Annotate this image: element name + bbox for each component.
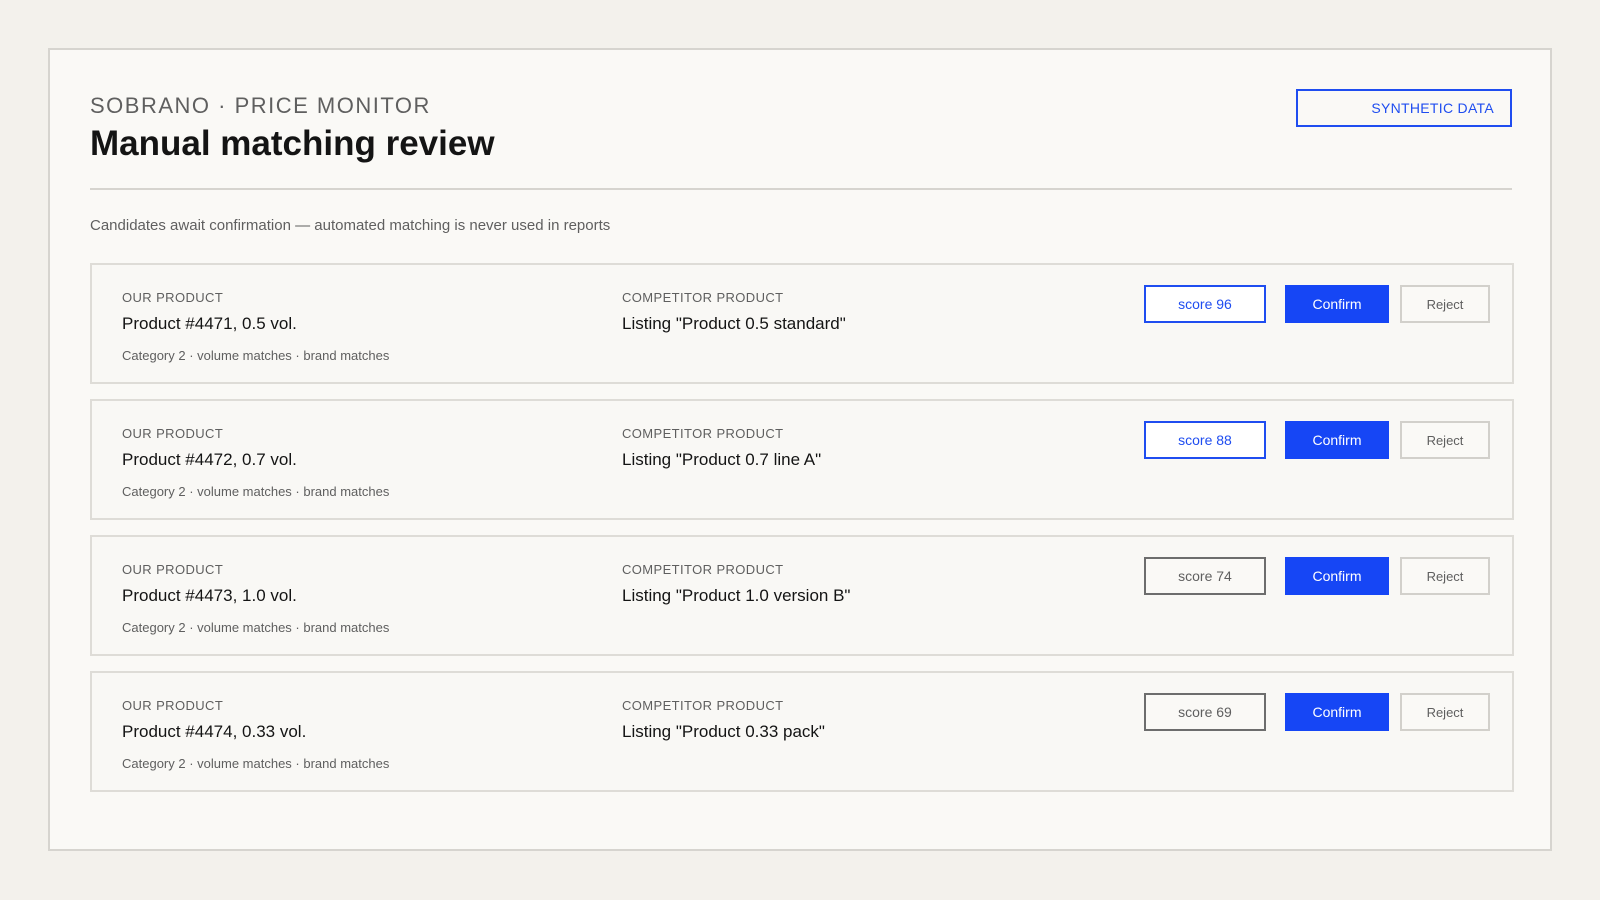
competitor-product-name: Listing "Product 0.5 standard": [622, 314, 846, 333]
competitor-product-label: COMPETITOR PRODUCT: [622, 426, 784, 441]
page-subtitle: Candidates await confirmation — automate…: [90, 217, 611, 234]
match-score-badge: score 69: [1144, 693, 1266, 731]
candidate-row: OUR PRODUCT Product #4472, 0.7 vol. Cate…: [90, 399, 1514, 520]
confirm-button[interactable]: Confirm: [1285, 421, 1389, 459]
our-product-label: OUR PRODUCT: [122, 562, 224, 577]
app-eyebrow: SOBRANO · PRICE MONITOR: [90, 93, 431, 118]
header-divider: [90, 188, 1512, 190]
page-title: Manual matching review: [90, 124, 495, 163]
review-panel: SOBRANO · PRICE MONITOR Manual matching …: [48, 48, 1552, 851]
candidate-row: OUR PRODUCT Product #4471, 0.5 vol. Cate…: [90, 263, 1514, 384]
our-product-label: OUR PRODUCT: [122, 698, 224, 713]
match-score-badge: score 74: [1144, 557, 1266, 595]
match-meta: Category 2 · volume matches · brand matc…: [122, 756, 390, 771]
competitor-product-label: COMPETITOR PRODUCT: [622, 562, 784, 577]
our-product-name: Product #4472, 0.7 vol.: [122, 450, 297, 469]
confirm-button[interactable]: Confirm: [1285, 285, 1389, 323]
reject-button[interactable]: Reject: [1400, 557, 1490, 595]
confirm-button[interactable]: Confirm: [1285, 693, 1389, 731]
competitor-product-name: Listing "Product 1.0 version B": [622, 586, 851, 605]
our-product-name: Product #4473, 1.0 vol.: [122, 586, 297, 605]
competitor-product-label: COMPETITOR PRODUCT: [622, 290, 784, 305]
reject-button[interactable]: Reject: [1400, 693, 1490, 731]
match-meta: Category 2 · volume matches · brand matc…: [122, 484, 390, 499]
confirm-button[interactable]: Confirm: [1285, 557, 1389, 595]
reject-button[interactable]: Reject: [1400, 285, 1490, 323]
competitor-product-label: COMPETITOR PRODUCT: [622, 698, 784, 713]
candidate-row: OUR PRODUCT Product #4473, 1.0 vol. Cate…: [90, 535, 1514, 656]
candidate-row: OUR PRODUCT Product #4474, 0.33 vol. Cat…: [90, 671, 1514, 792]
our-product-label: OUR PRODUCT: [122, 426, 224, 441]
our-product-name: Product #4474, 0.33 vol.: [122, 722, 307, 741]
our-product-name: Product #4471, 0.5 vol.: [122, 314, 297, 333]
match-meta: Category 2 · volume matches · brand matc…: [122, 620, 390, 635]
our-product-label: OUR PRODUCT: [122, 290, 224, 305]
match-score-badge: score 88: [1144, 421, 1266, 459]
match-score-badge: score 96: [1144, 285, 1266, 323]
match-meta: Category 2 · volume matches · brand matc…: [122, 348, 390, 363]
candidate-list: OUR PRODUCT Product #4471, 0.5 vol. Cate…: [90, 263, 1514, 807]
competitor-product-name: Listing "Product 0.33 pack": [622, 722, 825, 741]
reject-button[interactable]: Reject: [1400, 421, 1490, 459]
synthetic-data-badge: SYNTHETIC DATA: [1296, 89, 1512, 127]
competitor-product-name: Listing "Product 0.7 line A": [622, 450, 822, 469]
